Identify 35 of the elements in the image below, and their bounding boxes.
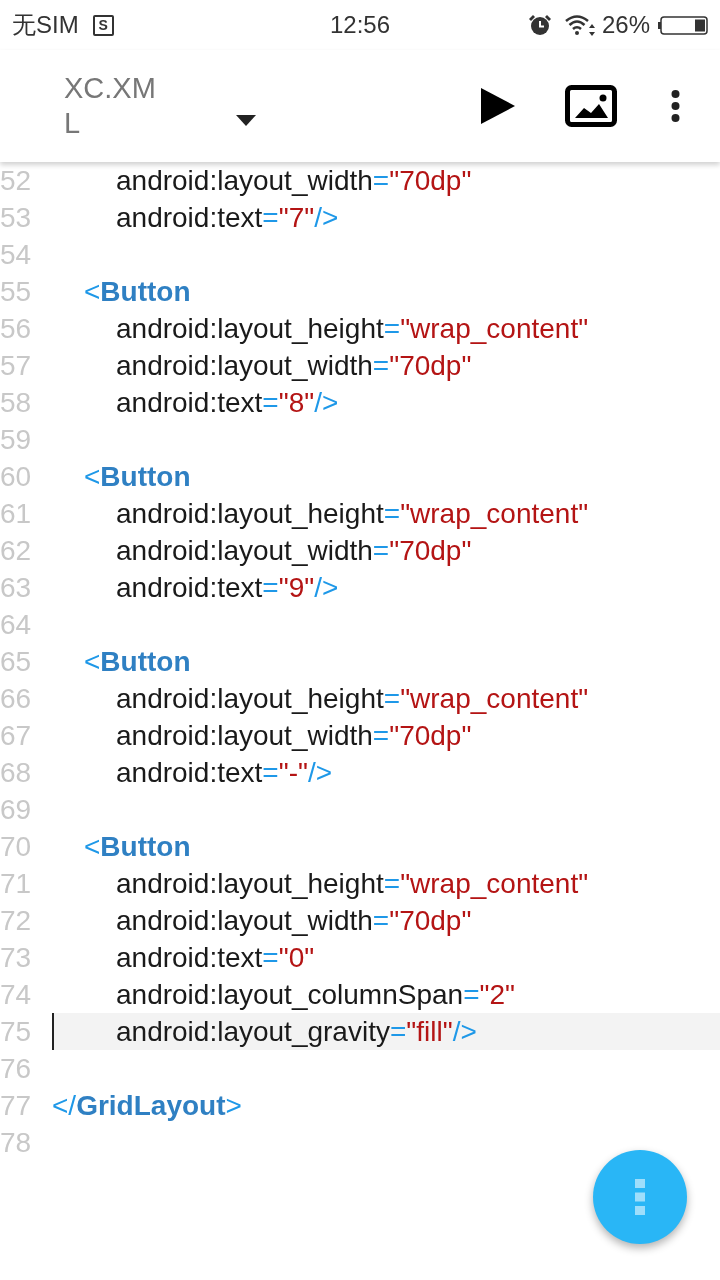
code-line: <Button <box>84 277 191 306</box>
caret-icon[interactable] <box>236 114 256 126</box>
code-line: android:layout_height="wrap_content" <box>116 869 589 898</box>
code-line: android:layout_width="70dp" <box>116 536 472 565</box>
code-line: android:layout_width="70dp" <box>116 906 472 935</box>
more-vertical-icon[interactable] <box>671 90 680 122</box>
wifi-icon <box>563 14 596 36</box>
code-line: android:layout_width="70dp" <box>116 166 472 195</box>
code-line: android:layout_columnSpan="2" <box>116 980 515 1009</box>
text-cursor <box>52 1013 54 1050</box>
carrier-label: 无SIM <box>12 13 79 37</box>
code-line: android:layout_gravity="fill"/> <box>116 1017 477 1046</box>
file-name-dropdown[interactable]: XC.XML <box>64 71 160 141</box>
code-line: android:text="0" <box>116 943 315 972</box>
more-vertical-icon <box>635 1179 645 1215</box>
code-line: android:layout_height="wrap_content" <box>116 684 589 713</box>
battery-percent: 26% <box>601 13 650 37</box>
code-line: android:text="-"/> <box>116 758 333 787</box>
code-line: android:layout_height="wrap_content" <box>116 314 589 343</box>
code-line: android:layout_height="wrap_content" <box>116 499 589 528</box>
code-line: </GridLayout> <box>52 1091 242 1120</box>
battery-icon <box>658 15 708 35</box>
code-line: android:text="7"/> <box>116 203 339 232</box>
code-line: <Button <box>84 647 191 676</box>
clock-time: 12:56 <box>329 13 391 37</box>
code-line: <Button <box>84 832 191 861</box>
sim-indicator: S <box>92 14 114 36</box>
code-line: android:text="9"/> <box>116 573 339 602</box>
image-icon[interactable] <box>565 85 617 127</box>
code-line: android:text="8"/> <box>116 388 339 417</box>
play-icon[interactable] <box>481 88 515 124</box>
code-line: <Button <box>84 462 191 491</box>
code-line: android:layout_width="70dp" <box>116 351 472 380</box>
code-line: android:layout_width="70dp" <box>116 721 472 750</box>
alarm-clock-icon <box>527 14 552 36</box>
